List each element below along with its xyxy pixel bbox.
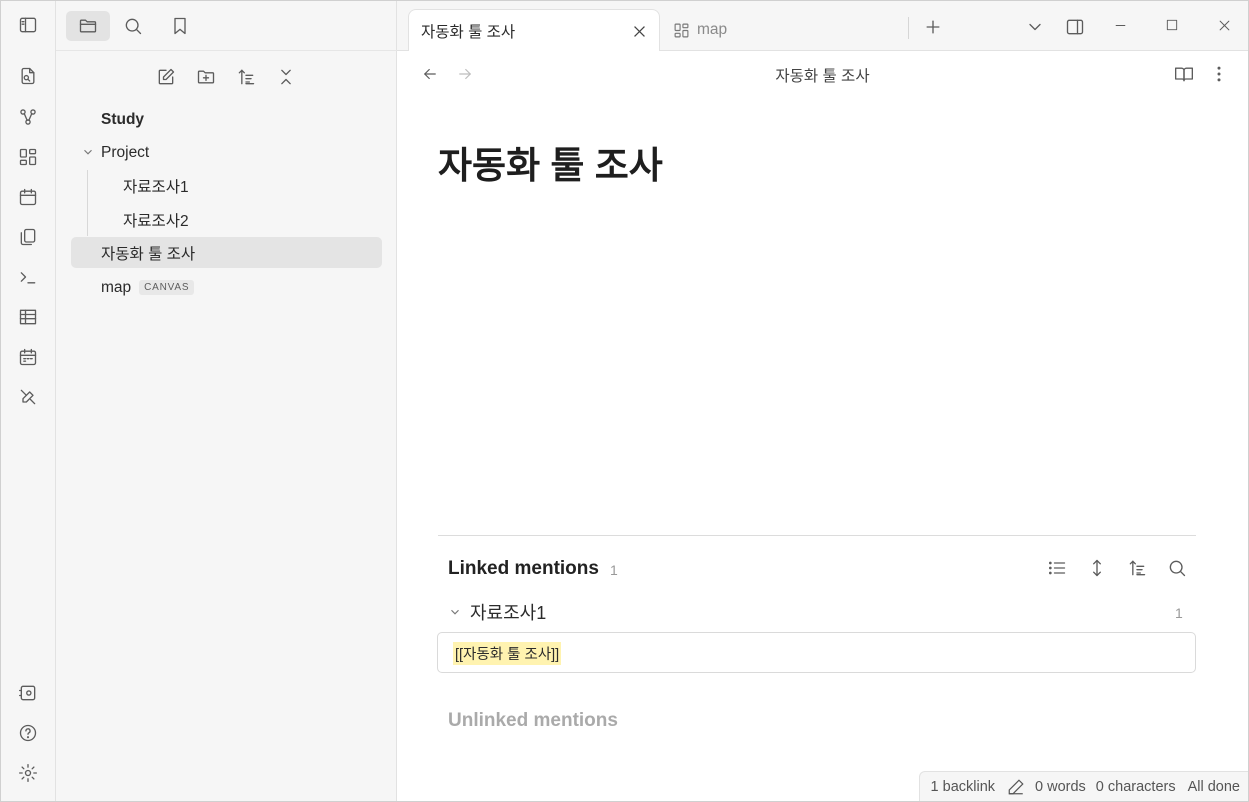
files-folder-icon[interactable]	[66, 11, 110, 41]
quick-switcher-icon[interactable]	[15, 63, 41, 89]
canvas-badge: CANVAS	[139, 280, 195, 295]
search-icon[interactable]	[118, 11, 148, 41]
tab-bar: 자동화 툴 조사 map	[397, 1, 1248, 51]
templates-icon[interactable]	[15, 224, 41, 250]
close-tab-icon[interactable]	[629, 21, 649, 41]
bookmark-icon[interactable]	[165, 11, 195, 41]
graph-view-icon[interactable]	[15, 104, 41, 130]
file-explorer-sidebar: Study Project 자료조사1 자료조사2 자동화 툴 조사 map C…	[56, 1, 397, 801]
right-sidebar-toggle-icon[interactable]	[1060, 12, 1090, 42]
sidebar-toggle-icon[interactable]	[15, 12, 41, 38]
tree-item-map[interactable]: map CANVAS	[71, 272, 382, 303]
sort-order-icon[interactable]	[231, 62, 261, 92]
new-folder-icon[interactable]	[191, 62, 221, 92]
tree-item-label: Project	[101, 143, 150, 161]
show-more-context-icon[interactable]	[1082, 553, 1112, 583]
tree-item-child2[interactable]: 자료조사2	[71, 204, 382, 235]
tab-map[interactable]: map	[665, 9, 905, 51]
ribbon	[1, 1, 56, 801]
sort-order-icon[interactable]	[1122, 553, 1152, 583]
tree-item-study[interactable]: Study	[71, 104, 382, 135]
tab-list-chevron-down-icon[interactable]	[1020, 12, 1050, 42]
status-word-count: 0 words	[1035, 778, 1086, 795]
tree-folder-project[interactable]: Project	[71, 137, 382, 168]
tree-item-label: Study	[101, 110, 145, 128]
collapse-all-icon[interactable]	[271, 62, 301, 92]
tree-item-automation[interactable]: 자동화 툴 조사	[71, 237, 382, 268]
status-character-count: 0 characters	[1095, 778, 1176, 795]
backlink-file-row[interactable]: 자료조사1	[448, 599, 546, 625]
unlinked-mentions-heading[interactable]: Unlinked mentions	[448, 710, 618, 732]
linked-mentions-count: 1	[610, 562, 618, 578]
chevron-down-icon	[81, 145, 95, 164]
view-header-title[interactable]: 자동화 툴 조사	[397, 64, 1248, 86]
status-sync[interactable]: All done	[1188, 779, 1240, 795]
settings-gear-icon[interactable]	[15, 760, 41, 786]
backlinks-divider	[438, 535, 1196, 536]
reading-view-book-icon[interactable]	[1169, 59, 1199, 89]
new-tab-plus-icon[interactable]	[918, 12, 948, 42]
more-options-icon[interactable]	[1204, 59, 1234, 89]
tree-item-label: 자료조사2	[123, 212, 189, 230]
backlink-mention-result[interactable]: [[자동화 툴 조사]]	[437, 632, 1196, 673]
vault-switcher-icon[interactable]	[15, 680, 41, 706]
canvas-icon	[671, 20, 691, 40]
daily-note-icon[interactable]	[15, 184, 41, 210]
tree-item-label: 자료조사1	[123, 178, 189, 196]
tree-item-label: 자동화 툴 조사	[101, 245, 196, 263]
app-window: Study Project 자료조사1 자료조사2 자동화 툴 조사 map C…	[0, 0, 1249, 802]
minimize-icon[interactable]	[1105, 10, 1135, 40]
tab-label: map	[697, 21, 728, 38]
calendar-icon[interactable]	[15, 344, 41, 370]
table-icon[interactable]	[15, 304, 41, 330]
linked-mentions-heading: Linked mentions	[448, 558, 599, 579]
canvas-icon[interactable]	[15, 144, 41, 170]
status-bar: 1 backlink 0 words 0 characters All done	[918, 771, 1248, 801]
document-title[interactable]: 자동화 툴 조사	[438, 135, 663, 189]
search-icon[interactable]	[1162, 553, 1192, 583]
tab-automation[interactable]: 자동화 툴 조사	[408, 9, 660, 51]
maximize-icon[interactable]	[1157, 10, 1187, 40]
tab-separator	[908, 17, 909, 39]
terminal-icon[interactable]	[15, 264, 41, 290]
new-note-icon[interactable]	[151, 62, 181, 92]
status-backlinks[interactable]: 1 backlink	[931, 779, 995, 795]
sidebar-header	[56, 1, 397, 51]
chevron-down-icon	[448, 605, 462, 619]
tools-icon[interactable]	[15, 384, 41, 410]
editing-pencil-icon[interactable]	[1007, 778, 1025, 796]
help-icon[interactable]	[15, 720, 41, 746]
backlink-file-count: 1	[1175, 605, 1183, 621]
editor-pane: 자동화 툴 조사 자동화 툴 조사 Linked mentions 1 자료조사…	[397, 51, 1248, 801]
tab-label: 자동화 툴 조사	[421, 23, 516, 41]
collapse-results-list-icon[interactable]	[1042, 553, 1072, 583]
mention-highlight: [[자동화 툴 조사]]	[453, 642, 562, 665]
tree-item-label: map	[101, 278, 132, 296]
close-window-icon[interactable]	[1209, 10, 1239, 40]
tree-item-child1[interactable]: 자료조사1	[71, 170, 382, 201]
backlink-file-name: 자료조사1	[470, 603, 547, 623]
